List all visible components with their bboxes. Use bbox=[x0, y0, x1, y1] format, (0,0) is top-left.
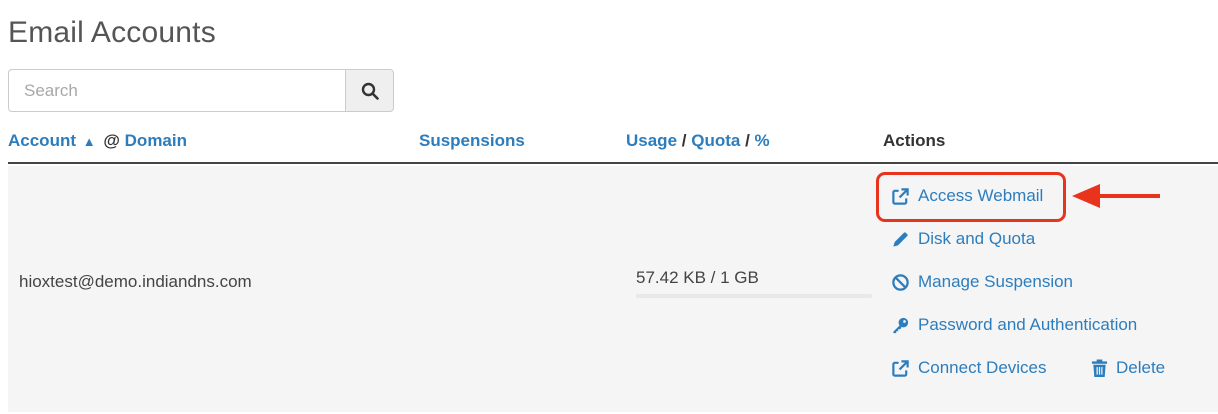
manage-suspension-label: Manage Suspension bbox=[918, 272, 1074, 291]
search-group bbox=[8, 69, 394, 112]
header-separator: / bbox=[745, 131, 750, 150]
password-and-authentication-label: Password and Authentication bbox=[918, 315, 1138, 334]
sort-account-link[interactable]: Account bbox=[8, 131, 76, 150]
sort-domain-link[interactable]: Domain bbox=[125, 131, 187, 150]
search-button[interactable] bbox=[345, 69, 394, 112]
search-input[interactable] bbox=[8, 69, 345, 112]
header-usage-quota: Usage / Quota / % bbox=[626, 131, 770, 151]
sort-percent-link[interactable]: % bbox=[755, 131, 770, 150]
disk-and-quota-link[interactable]: Disk and Quota bbox=[891, 229, 1035, 249]
ban-icon bbox=[892, 273, 909, 291]
key-icon bbox=[893, 317, 909, 333]
annotation-highlight-box bbox=[876, 172, 1066, 222]
sort-suspensions-link[interactable]: Suspensions bbox=[419, 131, 525, 150]
account-email: hioxtest@demo.indiandns.com bbox=[19, 272, 252, 291]
table-header: Account ▲ @ Domain Suspensions Usage / Q… bbox=[8, 128, 1218, 164]
usage-bar bbox=[636, 294, 872, 298]
at-sign: @ bbox=[103, 131, 120, 150]
external-link-icon bbox=[892, 359, 909, 377]
connect-devices-label: Connect Devices bbox=[918, 358, 1047, 377]
sort-usage-link[interactable]: Usage bbox=[626, 131, 677, 150]
search-icon bbox=[361, 82, 379, 100]
pencil-icon bbox=[893, 231, 908, 247]
usage-quota-text: 57.42 KB / 1 GB bbox=[636, 268, 759, 287]
password-and-authentication-link[interactable]: Password and Authentication bbox=[891, 315, 1137, 335]
trash-icon bbox=[1091, 359, 1108, 377]
sort-indicator: ▲ bbox=[82, 134, 96, 149]
sort-quota-link[interactable]: Quota bbox=[691, 131, 740, 150]
delete-link[interactable]: Delete bbox=[1091, 358, 1165, 378]
connect-devices-link[interactable]: Connect Devices bbox=[891, 358, 1047, 378]
header-account-domain: Account ▲ @ Domain bbox=[8, 131, 187, 151]
disk-and-quota-label: Disk and Quota bbox=[918, 229, 1036, 248]
annotation-arrow-icon bbox=[1072, 184, 1160, 208]
manage-suspension-link[interactable]: Manage Suspension bbox=[891, 272, 1073, 292]
header-separator: / bbox=[681, 131, 687, 150]
delete-label: Delete bbox=[1116, 358, 1166, 377]
page-title: Email Accounts bbox=[8, 16, 216, 49]
header-actions: Actions bbox=[883, 131, 946, 150]
